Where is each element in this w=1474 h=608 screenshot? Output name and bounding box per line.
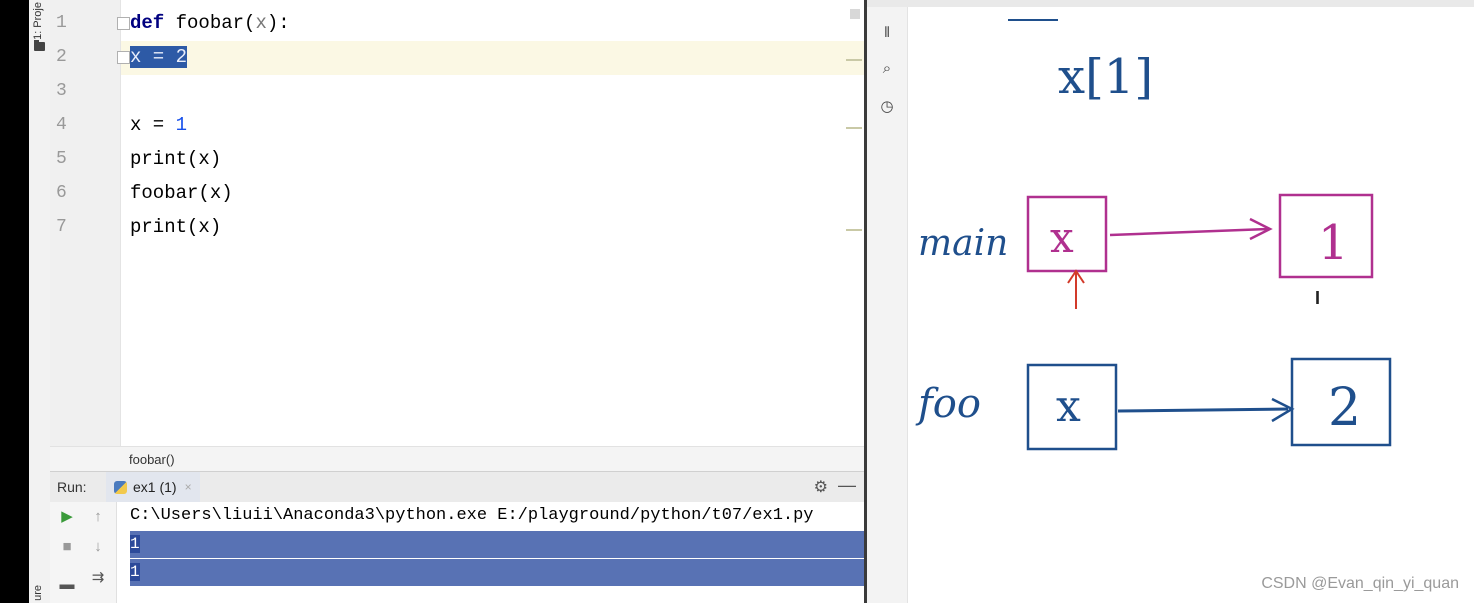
line-number: 2 xyxy=(56,47,67,67)
function-name: foobar( xyxy=(164,12,256,34)
main-value: 1 xyxy=(1318,215,1349,271)
play-icon[interactable]: ▶ xyxy=(57,507,77,527)
main-var: x xyxy=(1050,213,1074,262)
drawing-canvas[interactable]: x[1] main x 1 I foo x 2 xyxy=(908,7,1474,603)
selected-text: x = 2 xyxy=(130,46,188,68)
number-literal: 1 xyxy=(175,114,188,136)
scroll-marker[interactable] xyxy=(846,59,862,61)
code-line-4[interactable]: x = 1 xyxy=(130,114,187,136)
screen: 1: Proje ure 1 2 3 4 5 6 7 def foobar(x)… xyxy=(0,0,1474,603)
output-text: 1 xyxy=(130,563,140,581)
code-line-1[interactable]: def foobar(x): xyxy=(130,12,290,34)
arrow-up-icon[interactable]: ↑ xyxy=(88,507,108,527)
fold-end-marker-icon[interactable] xyxy=(117,51,130,64)
parameter: x xyxy=(255,12,267,34)
signature-end: ): xyxy=(266,12,290,34)
line-number: 7 xyxy=(56,217,67,237)
run-tab[interactable]: ex1 (1) × xyxy=(106,472,200,504)
run-tab-label: ex1 (1) xyxy=(133,479,177,495)
handwritten-diagram: x[1] main x 1 I foo x 2 xyxy=(915,19,1392,451)
code-editor[interactable]: 1 2 3 4 5 6 7 def foobar(x): x = 2 x = 1… xyxy=(50,0,864,446)
stop-icon[interactable]: ■ xyxy=(57,537,77,557)
scroll-marker[interactable] xyxy=(846,229,862,231)
arrow-down-icon[interactable]: ↓ xyxy=(88,537,108,557)
line-number: 5 xyxy=(56,149,67,169)
structure-tool-label[interactable]: ure xyxy=(32,585,44,601)
minimize-icon[interactable]: — xyxy=(838,475,856,496)
line-number: 6 xyxy=(56,183,67,203)
history-icon[interactable]: ◷ xyxy=(877,97,897,117)
main-label: main xyxy=(918,223,1008,264)
console-command: C:\Users\liuii\Anaconda3\python.exe E:/p… xyxy=(130,506,814,525)
line-number: 1 xyxy=(56,13,67,33)
code-line-7[interactable]: print(x) xyxy=(130,216,221,238)
top-note: x[1] xyxy=(1058,49,1153,105)
library-icon[interactable]: 𝍪 xyxy=(877,23,897,43)
tool-window-strip: 1: Proje ure xyxy=(29,0,51,603)
drawing-toolbar xyxy=(867,0,1474,7)
watermark: CSDN @Evan_qin_yi_quan xyxy=(1261,575,1459,592)
output-text: 1 xyxy=(130,535,140,553)
code-line-2[interactable]: x = 2 xyxy=(130,46,188,68)
foo-pointer-arrow xyxy=(1117,407,1289,413)
foo-value: 2 xyxy=(1328,378,1361,438)
run-panel-header: Run: ex1 (1) × ⚙ — xyxy=(50,471,864,504)
code-line-5[interactable]: print(x) xyxy=(130,148,221,170)
code-line-6[interactable]: foobar(x) xyxy=(130,182,233,204)
drawing-sidebar: 𝍪 ⌕ ◷ xyxy=(867,7,908,603)
text-cursor: I xyxy=(1315,288,1320,308)
close-icon[interactable]: × xyxy=(185,480,192,494)
soft-wrap-icon[interactable]: ⇉ xyxy=(88,568,108,588)
run-console[interactable]: ▶ ↑ ■ ↓ ▬ ⇉ C:\Users\liuii\Anaconda3\pyt… xyxy=(50,502,864,603)
breadcrumb: foobar() xyxy=(50,446,864,471)
foo-var: x xyxy=(1056,381,1081,432)
fold-marker-icon[interactable] xyxy=(117,17,130,30)
breadcrumb-item[interactable]: foobar() xyxy=(129,452,175,467)
project-tool-label[interactable]: 1: Proje xyxy=(32,2,44,40)
line-number: 3 xyxy=(56,81,67,101)
layout-icon[interactable]: ▬ xyxy=(57,575,77,595)
gear-icon[interactable]: ⚙ xyxy=(814,477,828,497)
foo-label: foo xyxy=(915,381,981,427)
run-label: Run: xyxy=(57,479,87,495)
run-toolbar: ▶ ↑ ■ ↓ ▬ ⇉ xyxy=(50,502,117,603)
left-black-border xyxy=(0,0,29,603)
console-output-line: 1 xyxy=(130,531,864,558)
scroll-marker[interactable] xyxy=(846,127,862,129)
keyword-def: def xyxy=(130,12,165,34)
inspection-indicator-icon[interactable] xyxy=(850,9,860,19)
main-pointer-arrow xyxy=(1109,227,1269,237)
search-icon[interactable]: ⌕ xyxy=(877,59,897,79)
assignment: x = xyxy=(130,114,176,136)
console-output-line: 1 xyxy=(130,559,864,586)
line-number: 4 xyxy=(56,115,67,135)
folder-icon[interactable] xyxy=(34,40,45,51)
python-icon xyxy=(114,480,127,494)
